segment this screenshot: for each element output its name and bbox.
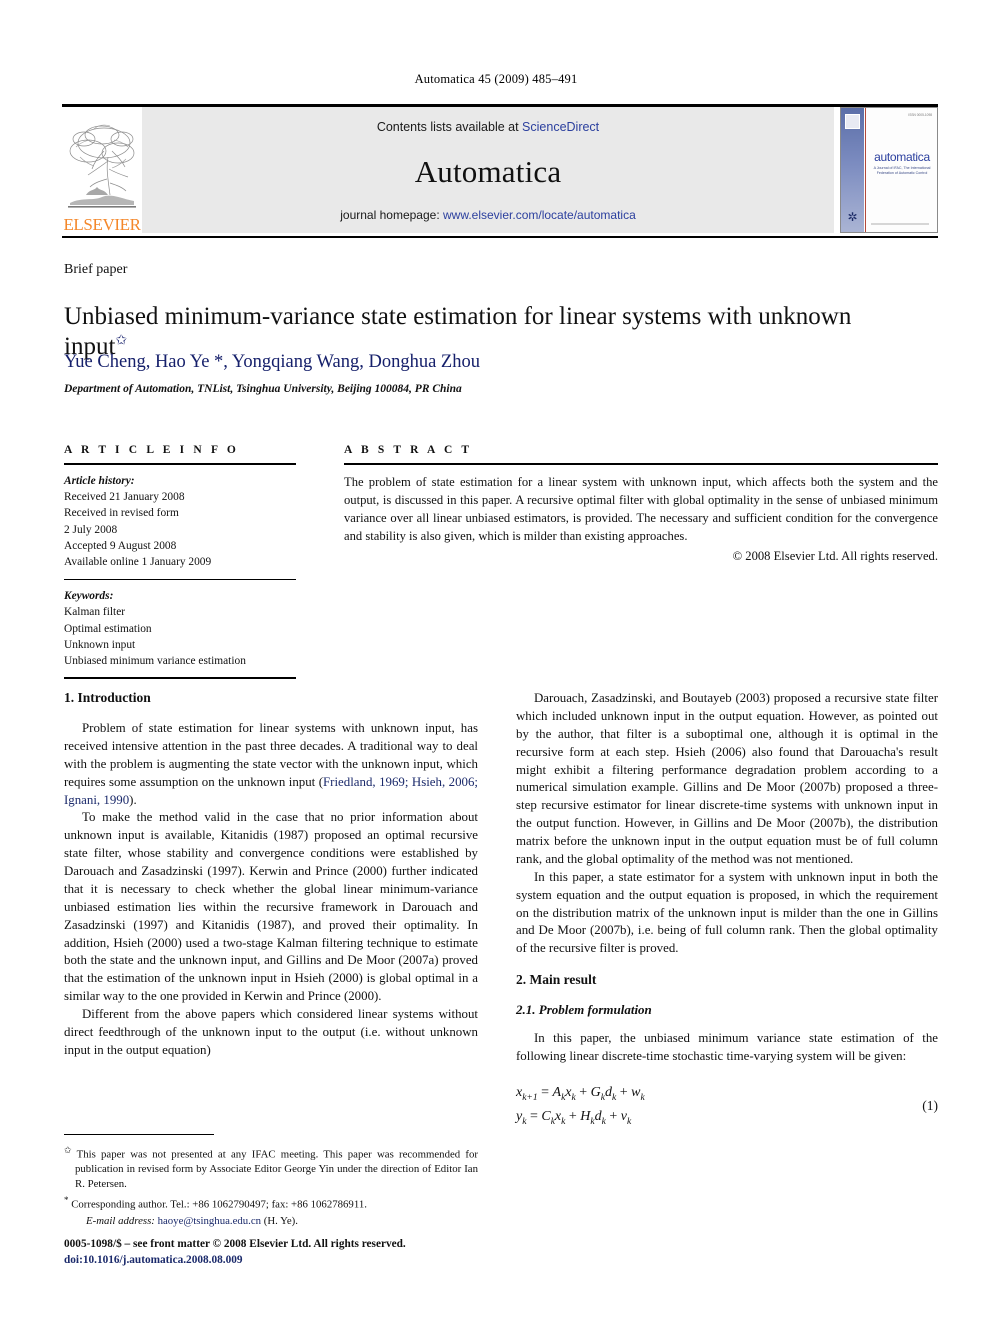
cover-journal-subtitle: A Journal of IFAC, The International Fed… — [873, 166, 931, 176]
email-label: E-mail address: — [86, 1214, 155, 1227]
equation-number: (1) — [922, 1097, 938, 1113]
keyword-item: Optimal estimation — [64, 622, 152, 635]
article-info-rule-mid — [64, 579, 296, 581]
footnote-star-marker: ✩ — [64, 1145, 72, 1155]
footnote-separator-rule — [64, 1134, 214, 1135]
contents-prefix: Contents lists available at — [376, 120, 523, 134]
email-owner: (H. Ye). — [263, 1214, 298, 1227]
equation-line-1: xk+1 = Akxk + Gkdk + wk — [516, 1084, 645, 1103]
paragraph: Different from the above papers which co… — [64, 1007, 478, 1057]
contents-lists-line: Contents lists available at ScienceDirec… — [377, 120, 599, 134]
cover-journal-title: automatica — [874, 150, 930, 164]
paragraph: In this paper, the unbiased minimum vari… — [516, 1031, 938, 1063]
banner-bottom-rule — [62, 236, 938, 238]
journal-cover-thumbnail: ✲ ISSN 0005-1098 automatica A Journal of… — [840, 107, 938, 233]
article-info-column: A R T I C L E I N F O Article history: R… — [64, 444, 296, 680]
keyword-item: Unbiased minimum variance estimation — [64, 654, 246, 667]
keyword-item: Kalman filter — [64, 606, 126, 619]
footnote-block: ✩ This paper was not presented at any IF… — [64, 1144, 478, 1231]
journal-homepage-line: journal homepage: www.elsevier.com/locat… — [340, 208, 636, 222]
footnote-corr-text: Corresponding author. Tel.: +86 10627904… — [71, 1198, 367, 1211]
subsection-heading-problem-formulation: 2.1. Problem formulation — [516, 1002, 652, 1018]
affiliation: Department of Automation, TNList, Tsingh… — [64, 383, 462, 395]
cover-accent-rule — [865, 108, 866, 232]
paragraph: Problem of state estimation for linear s… — [64, 720, 478, 809]
abstract-rule — [344, 463, 938, 465]
abstract-copyright: © 2008 Elsevier Ltd. All rights reserved… — [732, 548, 938, 563]
cover-issn-code: ISSN 0005-1098 — [908, 113, 932, 117]
history-item: Received in revised form — [64, 507, 179, 520]
banner-center: Contents lists available at ScienceDirec… — [142, 107, 834, 233]
article-history-label: Article history: — [64, 475, 135, 487]
journal-homepage-link[interactable]: www.elsevier.com/locate/automatica — [443, 208, 636, 222]
keywords-block: Keywords: Kalman filter Optimal estimati… — [64, 588, 296, 669]
article-info-heading: A R T I C L E I N F O — [64, 444, 239, 456]
article-history-block: Article history: Received 21 January 200… — [64, 473, 296, 570]
elsevier-logo: ELSEVIER — [62, 107, 142, 233]
footnote-paper-note: ✩ This paper was not presented at any IF… — [64, 1144, 478, 1192]
paragraph: Darouach, Zasadzinski, and Boutayeb (200… — [516, 691, 938, 866]
body-column-left: 1. Introduction Problem of state estimat… — [64, 690, 478, 1060]
cover-spine-logo-icon — [845, 114, 860, 129]
footnote-corresponding-author: * Corresponding author. Tel.: +86 106279… — [64, 1194, 478, 1212]
footnote-star-text: This paper was not presented at any IFAC… — [75, 1148, 478, 1190]
keyword-item: Unknown input — [64, 638, 136, 651]
paragraph: To make the method valid in the case tha… — [64, 810, 478, 1004]
keywords-label: Keywords: — [64, 590, 114, 603]
history-item: 2 July 2008 — [64, 523, 118, 536]
journal-banner: ELSEVIER Contents lists available at Sci… — [62, 107, 938, 233]
article-info-rule-top — [64, 463, 296, 465]
abstract-heading: A B S T R A C T — [344, 444, 473, 456]
paragraph-tail: ). — [129, 792, 137, 807]
ifac-emblem-icon: ✲ — [847, 210, 858, 224]
body-column-right: Darouach, Zasadzinski, and Boutayeb (200… — [516, 690, 938, 1129]
article-info-rule-bottom — [64, 677, 296, 680]
elsevier-wordmark: ELSEVIER — [63, 215, 141, 234]
equation-body: xk+1 = Akxk + Gkdk + wk yk = Ckxk + Hkdk… — [516, 1082, 645, 1130]
journal-title: Automatica — [414, 153, 562, 189]
section-heading-introduction: 1. Introduction — [64, 690, 151, 705]
author-list: Yue Cheng, Hao Ye *, Yongqiang Wang, Don… — [64, 352, 480, 372]
email-link[interactable]: haoye@tsinghua.edu.cn — [158, 1215, 262, 1227]
elsevier-tree-icon — [68, 124, 136, 208]
article-type-label: Brief paper — [64, 262, 128, 277]
footnote-email-line: E-mail address: haoye@tsinghua.edu.cn (H… — [64, 1214, 478, 1229]
history-item: Accepted 9 August 2008 — [64, 539, 177, 552]
journal-article-page: Automatica 45 (2009) 485–491 ELSEVIER Co… — [0, 0, 992, 1323]
equation-line-2: yk = Ckxk + Hkdk + vk — [516, 1108, 632, 1127]
imprint-block: 0005-1098/$ – see front matter © 2008 El… — [64, 1236, 524, 1268]
cover-footer-rule — [871, 223, 929, 225]
equation-block: xk+1 = Akxk + Gkdk + wk yk = Ckxk + Hkdk… — [516, 1082, 938, 1130]
title-footnote-marker: ✩ — [115, 333, 128, 349]
issn-front-matter-line: 0005-1098/$ – see front matter © 2008 El… — [64, 1238, 406, 1250]
history-item: Received 21 January 2008 — [64, 491, 185, 504]
doi-link[interactable]: doi:10.1016/j.automatica.2008.08.009 — [64, 1252, 524, 1268]
section-heading-main-result: 2. Main result — [516, 972, 597, 988]
history-item: Available online 1 January 2009 — [64, 555, 212, 568]
abstract-text: The problem of state estimation for a li… — [344, 475, 938, 544]
paragraph: In this paper, a state estimator for a s… — [516, 869, 938, 956]
abstract-column: A B S T R A C T The problem of state est… — [344, 444, 938, 564]
running-head: Automatica 45 (2009) 485–491 — [414, 72, 578, 86]
sciencedirect-link[interactable]: ScienceDirect — [522, 120, 599, 134]
footnote-asterisk-marker: * — [64, 1194, 69, 1205]
homepage-prefix: journal homepage: — [340, 208, 443, 222]
